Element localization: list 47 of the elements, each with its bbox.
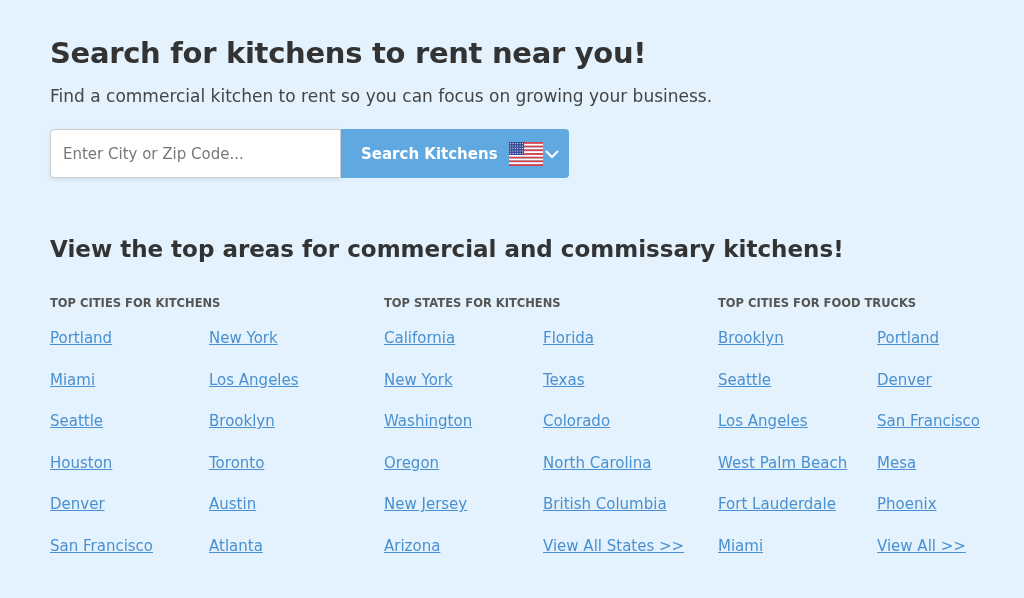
area-link[interactable]: California xyxy=(384,329,456,347)
area-link[interactable]: Los Angeles xyxy=(209,370,299,389)
area-link[interactable]: West Palm Beach xyxy=(718,453,848,472)
area-link[interactable]: Houston xyxy=(50,453,113,472)
area-link[interactable]: Arizona xyxy=(384,536,441,555)
area-link[interactable]: New York xyxy=(209,329,278,347)
column-heading: TOP CITIES FOR KITCHENS xyxy=(50,296,222,310)
area-link[interactable]: Texas xyxy=(543,370,585,389)
area-link[interactable]: Denver xyxy=(877,370,932,389)
area-link[interactable]: Brooklyn xyxy=(718,329,784,347)
column-heading: TOP CITIES FOR FOOD TRUCKS xyxy=(718,296,918,310)
area-link[interactable]: Toronto xyxy=(209,453,265,472)
area-link[interactable]: Washington xyxy=(384,412,473,431)
area-link[interactable]: Denver xyxy=(50,495,105,514)
area-link[interactable]: Colorado xyxy=(543,412,611,431)
area-link[interactable]: Mesa xyxy=(877,453,917,472)
section-title: View the top areas for commercial and commissary kitchens! xyxy=(50,236,845,262)
area-link[interactable]: Phoenix xyxy=(877,495,937,514)
area-link[interactable]: North Carolina xyxy=(543,453,652,472)
area-link[interactable]: Los Angeles xyxy=(718,412,808,431)
area-link[interactable]: Oregon xyxy=(384,453,440,472)
country-dropdown[interactable] xyxy=(509,129,569,178)
page-title: Search for kitchens to rent near you! xyxy=(50,36,648,70)
area-link[interactable]: Miami xyxy=(50,370,96,389)
area-link[interactable]: Seattle xyxy=(50,412,104,431)
area-link[interactable]: Brooklyn xyxy=(209,412,275,431)
area-link[interactable]: Florida xyxy=(543,329,595,347)
search-field[interactable]: Enter City or Zip Code... xyxy=(50,129,341,178)
area-link[interactable]: View All States >> xyxy=(543,536,685,555)
area-link[interactable]: Portland xyxy=(877,329,940,347)
area-link[interactable]: San Francisco xyxy=(50,536,154,555)
flag-icon xyxy=(509,141,543,166)
area-link[interactable]: Austin xyxy=(209,495,257,514)
area-link[interactable]: View All >> xyxy=(877,536,966,555)
area-link[interactable]: Atlanta xyxy=(209,536,263,555)
area-link[interactable]: Fort Lauderdale xyxy=(718,495,836,514)
area-link[interactable]: San Francisco xyxy=(877,412,981,431)
area-link[interactable]: New Jersey xyxy=(384,495,468,514)
area-link[interactable]: Portland xyxy=(50,329,113,347)
area-link[interactable]: New York xyxy=(384,370,453,389)
column-heading: TOP STATES FOR KITCHENS xyxy=(384,296,562,310)
subtitle: Find a commercial kitchen to rent so you can focus on growing your business. xyxy=(50,86,714,106)
area-link[interactable]: British Columbia xyxy=(543,495,667,514)
area-link[interactable]: Seattle xyxy=(718,370,772,389)
search-button[interactable]: Search Kitchens xyxy=(341,129,509,178)
area-link[interactable]: Miami xyxy=(718,536,764,555)
chevron-down-icon xyxy=(545,148,559,159)
